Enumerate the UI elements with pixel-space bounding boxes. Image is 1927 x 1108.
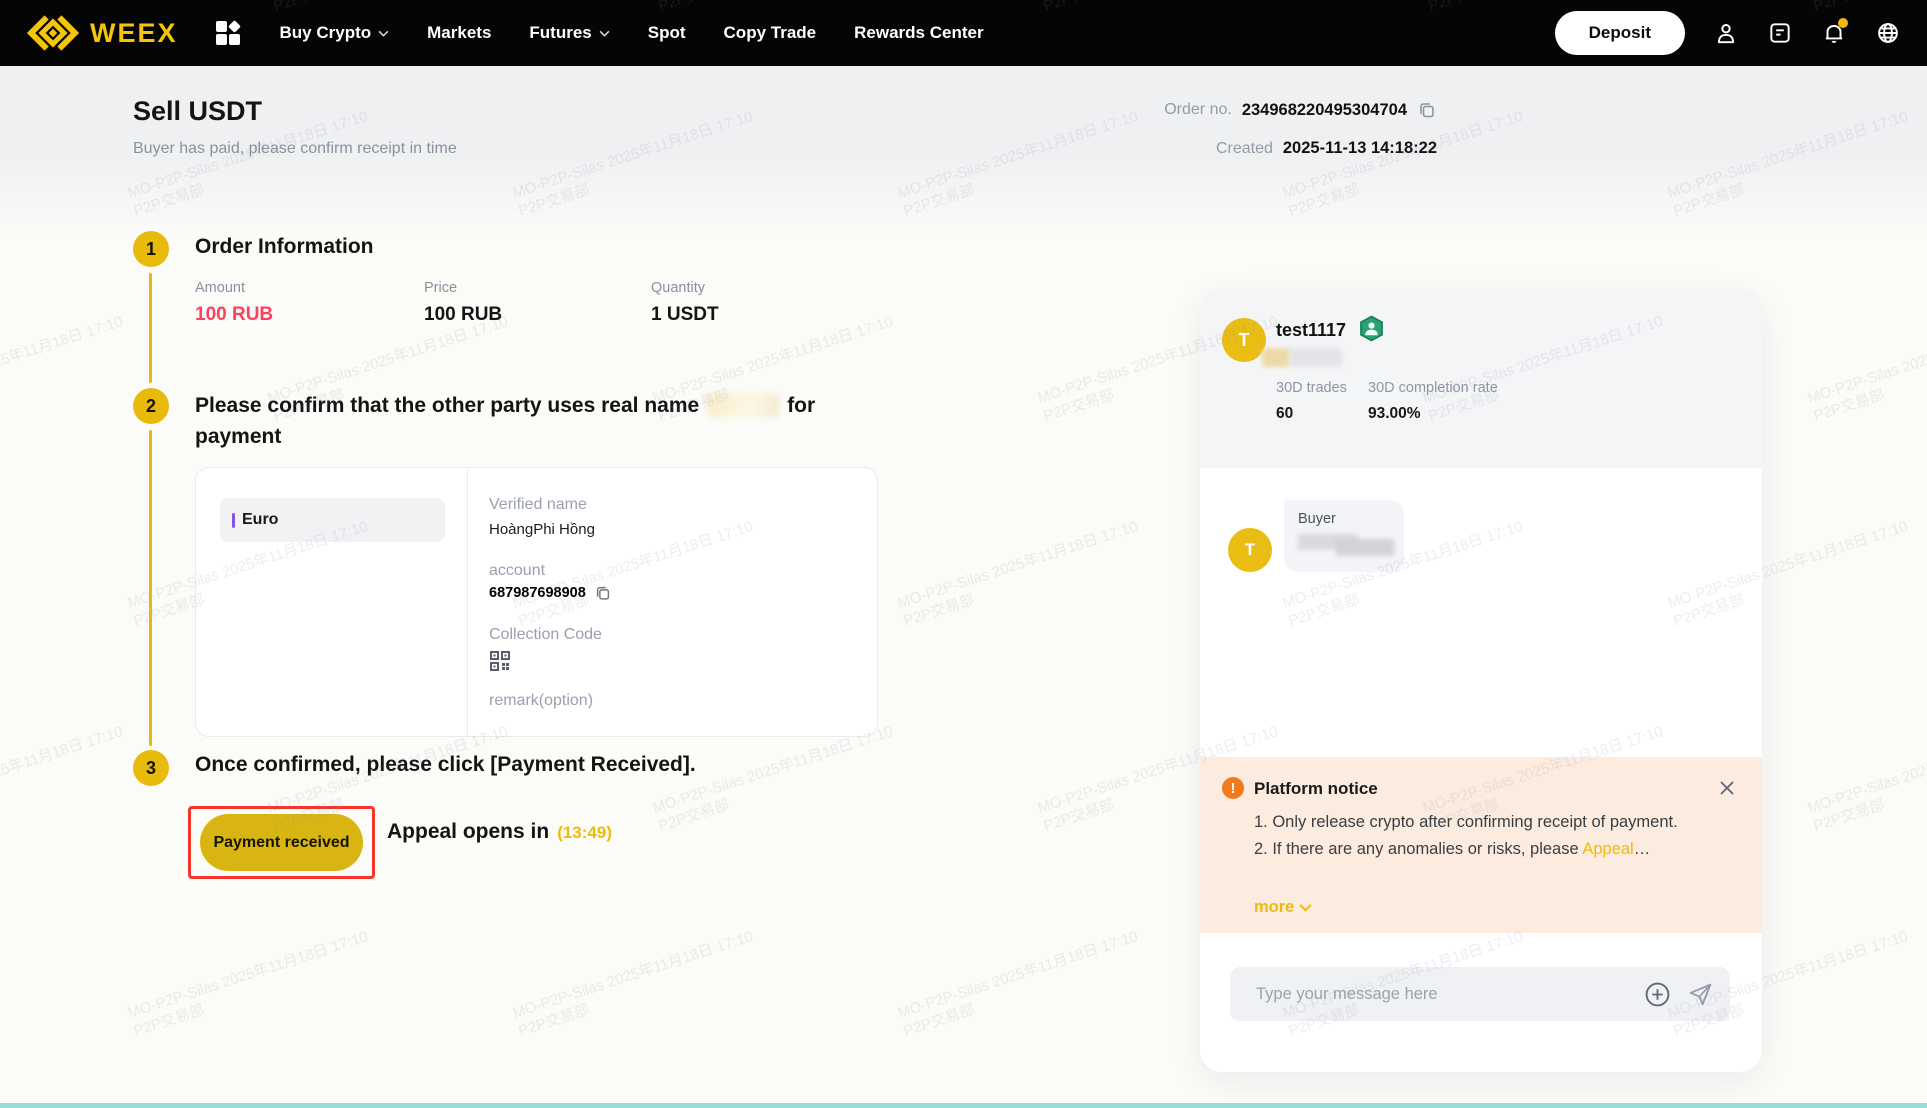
close-icon[interactable] <box>1716 777 1738 799</box>
language-globe-icon[interactable] <box>1874 20 1901 47</box>
platform-notice-body: 1. Only release crypto after confirming … <box>1254 809 1700 863</box>
nav-item-markets[interactable]: Markets <box>427 23 491 43</box>
nav-item-futures[interactable]: Futures <box>529 23 609 43</box>
weex-logo-icon <box>26 14 80 52</box>
nav-menu: Buy Crypto Markets Futures Spot Copy Tra… <box>280 23 984 43</box>
profile-icon[interactable] <box>1712 20 1739 47</box>
quantity-field: Quantity 1 USDT <box>651 280 719 326</box>
payment-method-name: Euro <box>242 511 278 529</box>
alert-icon: ! <box>1222 777 1244 799</box>
top-navbar: WEEX Buy Crypto Markets Futures Spot Cop… <box>0 0 1927 66</box>
qr-code-icon[interactable] <box>489 650 511 672</box>
chevron-down-icon <box>1299 903 1312 912</box>
chat-input-bar <box>1230 967 1730 1021</box>
appeal-link[interactable]: Appeal <box>1582 840 1633 858</box>
account-row: 687987698908 <box>489 584 612 602</box>
account-label: account <box>489 562 545 580</box>
step-3-badge: 3 <box>133 750 169 786</box>
appeal-opens-text: Appeal opens in <box>387 820 549 844</box>
verified-merchant-badge-icon <box>1358 315 1385 342</box>
chat-message-bubble: Buyer <box>1284 500 1404 572</box>
nav-item-copy-trade[interactable]: Copy Trade <box>724 23 817 43</box>
chat-message-input[interactable] <box>1230 967 1644 1021</box>
active-method-bar <box>232 513 235 528</box>
completion-rate-value: 93.00% <box>1368 405 1421 423</box>
payment-received-button[interactable]: Payment received <box>200 814 363 871</box>
nav-item-spot[interactable]: Spot <box>648 23 686 43</box>
step-2-badge: 2 <box>133 388 169 424</box>
completion-rate-label: 30D completion rate <box>1368 380 1498 396</box>
weex-logo[interactable]: WEEX <box>26 14 178 52</box>
order-number-row: Order no. 234968220495304704 <box>1164 100 1437 120</box>
amount-value: 100 RUB <box>195 304 424 326</box>
redacted-user-detail <box>1262 348 1342 367</box>
card-divider <box>467 468 468 736</box>
step-connector <box>149 430 152 746</box>
step-connector <box>149 273 152 383</box>
created-row: Created 2025-11-13 14:18:22 <box>1216 139 1437 158</box>
step-2-title: Please confirm that the other party uses… <box>195 390 843 452</box>
payment-method-euro-tab[interactable]: Euro <box>220 498 445 542</box>
attach-plus-icon[interactable] <box>1644 981 1671 1008</box>
notice-line-1: 1. Only release crypto after confirming … <box>1254 809 1700 836</box>
payment-method-card: Euro Verified name HoàngPhi Hồng account… <box>195 467 878 737</box>
step-1-badge: 1 <box>133 231 169 267</box>
nav-item-buy-crypto[interactable]: Buy Crypto <box>280 23 390 43</box>
counterparty-avatar[interactable]: T <box>1222 318 1266 362</box>
notification-dot <box>1838 18 1848 28</box>
copy-icon[interactable] <box>594 584 612 602</box>
counterparty-info-section: T test1117 30D trades 60 30D completion … <box>1200 288 1762 468</box>
verified-name-label: Verified name <box>489 496 587 514</box>
appeal-countdown: (13:49) <box>557 823 612 843</box>
order-no-value: 234968220495304704 <box>1242 101 1407 120</box>
price-value: 100 RUB <box>424 304 651 326</box>
order-info-fields: Amount 100 RUB Price 100 RUB Quantity 1 … <box>195 280 719 326</box>
quantity-value: 1 USDT <box>651 304 719 326</box>
price-field: Price 100 RUB <box>424 280 651 326</box>
apps-grid-icon[interactable] <box>216 21 240 45</box>
chevron-down-icon <box>599 30 610 37</box>
step-3-title: Once confirmed, please click [Payment Re… <box>195 753 696 777</box>
chat-panel: T test1117 30D trades 60 30D completion … <box>1200 288 1762 1072</box>
buyer-avatar: T <box>1228 528 1272 572</box>
notice-line-2: 2. If there are any anomalies or risks, … <box>1254 836 1700 863</box>
notice-more-link[interactable]: more <box>1254 898 1312 917</box>
collection-code-label: Collection Code <box>489 626 602 644</box>
nav-item-rewards-center[interactable]: Rewards Center <box>854 23 983 43</box>
trades-30d-label: 30D trades <box>1276 380 1347 396</box>
remark-label: remark(option) <box>489 692 593 710</box>
weex-wordmark: WEEX <box>90 18 178 49</box>
bottom-edge-strip <box>0 1103 1927 1108</box>
created-label: Created <box>1216 140 1273 158</box>
redacted-message-content <box>1298 534 1390 556</box>
orders-chat-icon[interactable] <box>1766 20 1793 47</box>
platform-notice: ! Platform notice 1. Only release crypto… <box>1200 757 1762 933</box>
page-title: Sell USDT <box>133 96 262 127</box>
counterparty-name[interactable]: test1117 <box>1276 320 1346 341</box>
verified-name-value: HoàngPhi Hồng <box>489 521 595 538</box>
page-subtitle: Buyer has paid, please confirm receipt i… <box>133 140 457 158</box>
created-value: 2025-11-13 14:18:22 <box>1283 139 1437 158</box>
step-1-title: Order Information <box>195 235 374 259</box>
chevron-down-icon <box>378 30 389 37</box>
trades-30d-value: 60 <box>1276 405 1293 423</box>
redacted-real-name <box>707 393 779 417</box>
notifications-bell-icon[interactable] <box>1820 20 1847 47</box>
deposit-button[interactable]: Deposit <box>1555 11 1685 55</box>
send-message-icon[interactable] <box>1687 981 1714 1008</box>
order-no-label: Order no. <box>1164 101 1232 119</box>
amount-field: Amount 100 RUB <box>195 280 424 326</box>
platform-notice-title: Platform notice <box>1254 779 1378 799</box>
copy-icon[interactable] <box>1417 100 1437 120</box>
message-sender: Buyer <box>1298 511 1390 527</box>
account-value: 687987698908 <box>489 585 586 601</box>
